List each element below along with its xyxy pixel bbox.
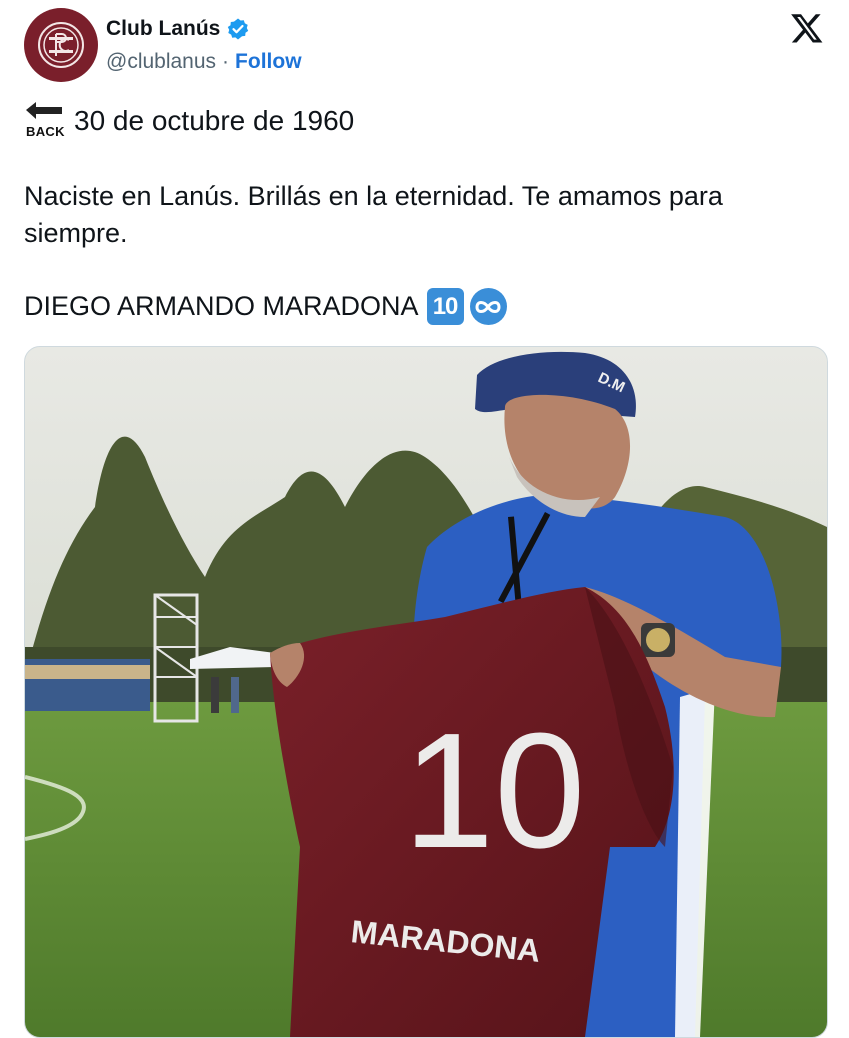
- tweet-header: Club Lanús @clublanus · Follow: [24, 8, 824, 84]
- verified-badge-icon: [228, 18, 249, 40]
- infinity-emoji-icon: [469, 288, 507, 325]
- tweet-photo[interactable]: D.M 10 MARADONA: [24, 346, 828, 1038]
- account-handle[interactable]: @clublanus: [106, 50, 216, 74]
- tweet-name-line: DIEGO ARMANDO MARADONA 10: [24, 288, 507, 325]
- back-arrow-emoji-icon: BACK: [24, 100, 64, 142]
- handle-row: @clublanus · Follow: [106, 50, 302, 74]
- separator-dot: ·: [222, 50, 230, 73]
- tweet-paragraph: Naciste en Lanús. Brillás en la eternida…: [24, 181, 723, 248]
- account-name-row: Club Lanús: [106, 17, 250, 41]
- tweet-paragraph: DIEGO ARMANDO MARADONA: [24, 291, 419, 321]
- back-emoji-label: BACK: [26, 124, 65, 139]
- keycap-10-emoji-icon: 10: [426, 288, 464, 325]
- follow-button[interactable]: Follow: [235, 50, 302, 74]
- date-line: BACK 30 de octubre de 1960: [24, 100, 354, 142]
- date-text: 30 de octubre de 1960: [74, 105, 355, 136]
- avatar[interactable]: [24, 8, 98, 82]
- club-lanus-crest-icon: [38, 22, 84, 68]
- tweet-body: Naciste en Lanús. Brillás en la eternida…: [24, 178, 824, 252]
- account-name[interactable]: Club Lanús: [106, 17, 220, 41]
- x-logo-icon[interactable]: [790, 11, 824, 45]
- jersey-number: 10: [403, 699, 585, 882]
